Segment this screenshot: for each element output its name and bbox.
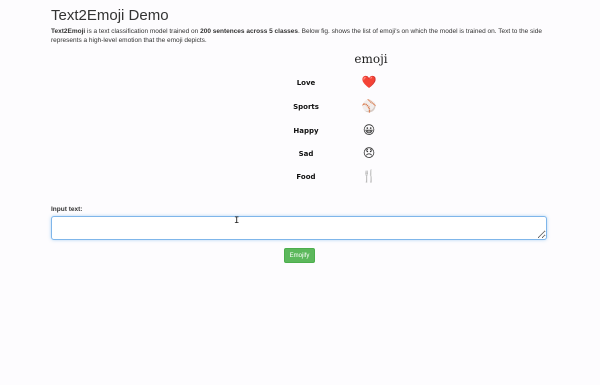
emoji-label: Food xyxy=(296,173,316,181)
fork-knife-icon: 🍴 xyxy=(361,169,377,183)
emoji-row-happy: Happy 😀 xyxy=(261,123,391,141)
baseball-icon: ⚾ xyxy=(361,99,377,113)
emoji-row-food: Food 🍴 xyxy=(261,169,391,187)
smiley-icon: 😀 xyxy=(362,123,376,137)
emojify-button[interactable]: Emojify xyxy=(284,248,315,263)
input-text-field[interactable] xyxy=(51,216,547,240)
description: Text2Emoji is a text classification mode… xyxy=(51,27,549,45)
heart-icon: ❤️ xyxy=(361,75,377,89)
emoji-row-sports: Sports ⚾ xyxy=(261,99,391,117)
sad-face-icon: 😞 xyxy=(362,146,376,160)
emoji-row-love: Love ❤️ xyxy=(261,75,391,93)
emoji-label: Happy xyxy=(293,127,319,135)
emoji-label: Sad xyxy=(298,150,314,158)
emoji-label: Love xyxy=(296,79,316,87)
input-label: Input text: xyxy=(51,206,83,213)
emoji-label: Sports xyxy=(293,103,319,111)
description-part1: is a text classification model trained o… xyxy=(85,28,201,35)
text-cursor-icon: I xyxy=(234,216,240,226)
page-title: Text2Emoji Demo xyxy=(51,7,169,24)
emoji-table-header: emoji xyxy=(354,52,388,66)
emoji-row-sad: Sad 😞 xyxy=(261,146,391,164)
model-name: Text2Emoji xyxy=(51,28,86,35)
training-detail: 200 sentences across 5 classes xyxy=(200,28,299,35)
